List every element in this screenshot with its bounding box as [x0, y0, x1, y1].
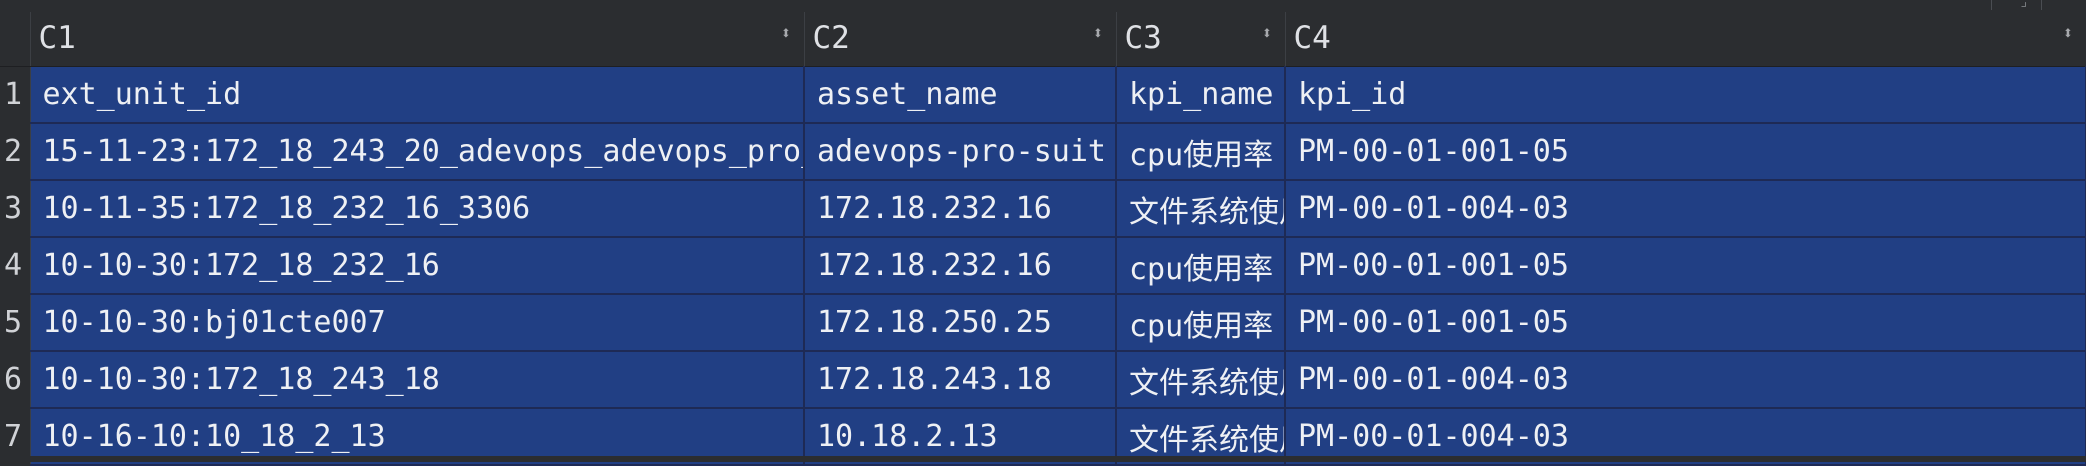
result-grid: C1 ⬍ C2 ⬍ C3 ⬍ C4 ⬍ 1 ext_unit_id asset_name… [0, 12, 2086, 466]
sort-arrows-icon[interactable]: ⬍ [1093, 25, 1104, 43]
table-cell[interactable]: ext_unit_id [30, 66, 805, 124]
table-cell[interactable]: PM-00-01-001-05 [1285, 237, 2086, 295]
table-row[interactable]: 2 15-11-23:172_18_243_20_adevops_adevops… [0, 123, 2086, 181]
column-header-c1[interactable]: C1 ⬍ [30, 12, 805, 67]
column-header-c2[interactable]: C2 ⬍ [804, 12, 1117, 67]
toolbar-button-left[interactable]: ⌟ [1991, 0, 2034, 10]
table-cell[interactable]: 文件系统使用率 [1116, 180, 1286, 238]
row-number[interactable]: 6 [0, 351, 31, 409]
sort-arrows-icon[interactable]: ⬍ [781, 25, 792, 43]
table-cell[interactable]: 10-10-30:bj01cte007 [30, 294, 805, 352]
table-cell[interactable]: 172.18.243.18 [804, 351, 1117, 409]
row-number[interactable]: 4 [0, 237, 31, 295]
table-cell[interactable]: cpu使用率 [1116, 123, 1286, 181]
row-number[interactable]: 3 [0, 180, 31, 238]
table-cell[interactable]: adevops-pro-suit [804, 123, 1117, 181]
table-row[interactable]: 4 10-10-30:172_18_232_16 172.18.232.16 c… [0, 237, 2086, 295]
table-cell[interactable]: asset_name [804, 66, 1117, 124]
sort-arrows-icon[interactable]: ⬍ [1262, 25, 1273, 43]
table-cell[interactable]: 10-10-30:172_18_243_18 [30, 351, 805, 409]
row-number-header [0, 12, 31, 67]
table-cell[interactable]: 172.18.250.25 [804, 294, 1117, 352]
row-number[interactable]: 1 [0, 66, 31, 124]
column-header-c3[interactable]: C3 ⬍ [1116, 12, 1286, 67]
row-number[interactable]: 2 [0, 123, 31, 181]
sort-arrows-icon[interactable]: ⬍ [2063, 25, 2074, 43]
table-row[interactable]: 6 10-10-30:172_18_243_18 172.18.243.18 文… [0, 351, 2086, 409]
table-cell[interactable]: PM-00-01-004-03 [1285, 351, 2086, 409]
column-label: C1 [38, 20, 76, 56]
table-cell[interactable]: 172.18.232.16 [804, 237, 1117, 295]
table-row[interactable]: 3 10-11-35:172_18_232_16_3306 172.18.232… [0, 180, 2086, 238]
table-cell[interactable]: kpi_name [1116, 66, 1286, 124]
table-cell[interactable]: PM-00-01-001-05 [1285, 294, 2086, 352]
expand-icon: ⌟ [2019, 0, 2028, 10]
table-cell[interactable]: 10-11-35:172_18_232_16_3306 [30, 180, 805, 238]
table-cell[interactable]: kpi_id [1285, 66, 2086, 124]
table-cell[interactable]: cpu使用率 [1116, 294, 1286, 352]
column-label: C2 [812, 20, 850, 56]
row-number[interactable]: 5 [0, 294, 31, 352]
table-cell[interactable]: 15-11-23:172_18_243_20_adevops_adevops_p… [30, 123, 805, 181]
column-header-c4[interactable]: C4 ⬍ [1285, 12, 2086, 67]
table-cell[interactable]: 文件系统使用率 [1116, 351, 1286, 409]
table-cell[interactable]: cpu使用率 [1116, 237, 1286, 295]
table-row[interactable]: 5 10-10-30:bj01cte007 172.18.250.25 cpu使… [0, 294, 2086, 352]
table-cell[interactable]: PM-00-01-004-03 [1285, 180, 2086, 238]
toolbar-button-right[interactable] [2041, 0, 2084, 10]
column-label: C4 [1293, 20, 1331, 56]
grid-bottom-border [0, 456, 2086, 462]
table-cell[interactable]: 10-10-30:172_18_232_16 [30, 237, 805, 295]
table-cell[interactable]: PM-00-01-001-05 [1285, 123, 2086, 181]
table-cell[interactable]: 172.18.232.16 [804, 180, 1117, 238]
table-row[interactable]: 1 ext_unit_id asset_name kpi_name kpi_id [0, 66, 2086, 124]
column-label: C3 [1124, 20, 1162, 56]
